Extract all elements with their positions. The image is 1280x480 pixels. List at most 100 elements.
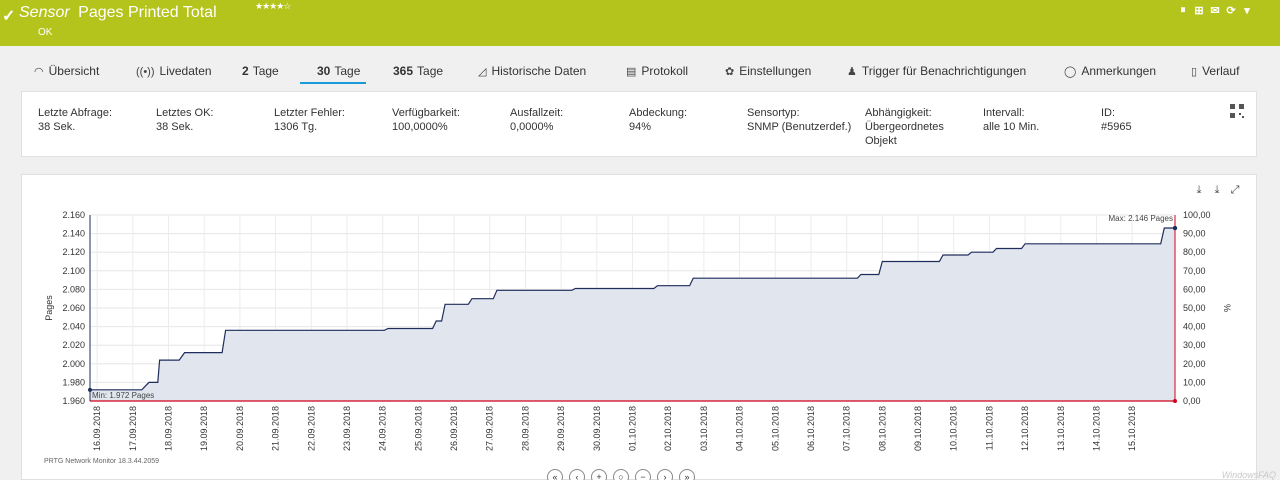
tab-2-days[interactable]: 2 Tage [242,64,279,78]
y2-tick-label: 50,00 [1183,303,1206,313]
chart-panel: ⤓ ⤓ ⤢ 2.160 2.140 2.120 2.100 2.080 2.060 2.04… [21,174,1257,480]
x-tick-label: 15.10.2018 [1127,406,1137,451]
x-tick-label: 05.10.2018 [770,406,780,451]
pause-icon[interactable]: ⏸ [1178,4,1188,17]
pages-chart: 2.160 2.140 2.120 2.100 2.080 2.060 2.040 2.020… [44,210,1232,451]
x-tick-label: 16.09.2018 [92,406,102,451]
x-tick-label: 09.10.2018 [913,406,923,451]
y-tick-label: 2.020 [62,340,85,350]
x-tick-label: 21.09.2018 [271,406,281,451]
y2-tick-label: 80,00 [1183,247,1206,257]
history-icon: ▯ [1191,66,1198,78]
area-chart-icon: ◿ [478,66,487,78]
x-tick-label: 13.10.2018 [1056,406,1066,451]
nav-next-button[interactable]: › [657,469,673,480]
dropdown-icon[interactable]: ▾ [1242,4,1252,17]
y-tick-label: 2.080 [62,284,85,294]
x-tick-label: 28.09.2018 [520,406,530,451]
y2-tick-label: 30,00 [1183,340,1206,350]
bell-icon: ♟ [847,66,857,78]
x-tick-label: 07.10.2018 [842,406,852,451]
x-tick-label: 23.09.2018 [342,406,352,451]
x-tick-label: 22.09.2018 [306,406,316,451]
x-tick-label: 18.09.2018 [164,406,174,451]
ok-check-icon: ✓ [2,8,16,25]
x-tick-label: 27.09.2018 [485,406,495,451]
nav-last-button[interactable]: » [679,469,695,480]
chart-navigation: « ‹ + ○ − › » [547,469,695,480]
sensor-info-panel: Letzte Abfrage: 38 Sek. Letztes OK: 38 Sek… [21,91,1257,157]
x-tick-label: 17.09.2018 [128,406,138,451]
tab-log[interactable]: ▤ Protokoll [626,64,688,78]
x-tick-label: 08.10.2018 [877,406,887,451]
max-label: Max: 2.146 Pages [1109,214,1173,223]
info-interval: Intervall: alle 10 Min. [983,107,1040,133]
y-tick-label: 2.060 [62,303,85,313]
y-tick-label: 1.980 [62,377,85,387]
info-last-down: Letzter Fehler: 1306 Tg. [274,107,345,133]
comment-icon: ◯ [1064,66,1077,78]
qr-code-icon[interactable] [1230,104,1244,118]
x-tick-label: 29.09.2018 [556,406,566,451]
sensor-kind: Sensor [19,4,70,21]
tab-historic-data[interactable]: ◿ Historische Daten [478,64,586,78]
gear-icon: ✿ [725,66,735,78]
x-tick-label: 06.10.2018 [806,406,816,451]
nav-prev-button[interactable]: ‹ [569,469,585,480]
y2-tick-label: 70,00 [1183,266,1206,276]
x-tick-label: 14.10.2018 [1091,406,1101,451]
x-tick-label: 26.09.2018 [449,406,459,451]
y2-tick-label: 100,00 [1183,210,1211,220]
x-tick-label: 19.09.2018 [199,406,209,451]
tab-history[interactable]: ▯ Verlauf [1191,64,1239,78]
tab-365-days[interactable]: 365 Tage [393,64,443,78]
info-last-scan: Letzte Abfrage: 38 Sek. [38,107,112,133]
mail-icon[interactable]: ✉ [1210,4,1220,17]
tab-livedata[interactable]: ((•)) Livedaten [136,64,212,78]
y2-tick-label: 90,00 [1183,229,1206,239]
y2-tick-label: 20,00 [1183,359,1206,369]
tab-settings[interactable]: ✿ Einstellungen [725,64,811,78]
y2-tick-label: 60,00 [1183,284,1206,294]
y-tick-label: 2.040 [62,322,85,332]
sensor-header: ✓ Sensor Pages Printed Total ★★★★☆ OK ⏸ … [0,0,1280,46]
info-last-up: Letztes OK: 38 Sek. [156,107,214,133]
nav-first-button[interactable]: « [547,469,563,480]
y-tick-label: 2.100 [62,266,85,276]
x-tick-label: 25.09.2018 [413,406,423,451]
status-text: OK [38,27,53,38]
x-tick-label: 11.10.2018 [984,406,994,450]
tab-30-days[interactable]: 30 Tage [299,64,367,84]
x-tick-label: 01.10.2018 [628,406,638,451]
info-availability: Verfügbarkeit: 100,0000% [392,107,460,133]
info-dependency: Abhängigkeit: Übergeordnetes Objekt [865,107,944,147]
zoom-reset-button[interactable]: ○ [613,469,629,480]
y2-tick-label: 10,00 [1183,377,1206,387]
watermark: WindowsFAQ [1221,470,1276,480]
max-point [1172,225,1178,231]
info-downtime: Ausfallzeit: 0,0000% [510,107,564,133]
info-id: ID: #5965 [1101,107,1132,133]
x-tick-label: 10.10.2018 [949,406,959,451]
x-tick-label: 03.10.2018 [699,406,709,451]
y2-tick-label: 0,00 [1183,396,1201,406]
priority-stars[interactable]: ★★★★☆ [255,1,291,12]
info-sensor-type: Sensortyp: SNMP (Benutzerdef.) [747,107,852,133]
add-file-icon[interactable]: ⊞ [1194,4,1204,17]
tab-comments[interactable]: ◯ Anmerkungen [1064,64,1156,78]
list-icon: ▤ [626,66,637,78]
x-tick-label: 24.09.2018 [378,406,388,451]
x-tick-label: 20.09.2018 [235,406,245,451]
x-tick-label: 04.10.2018 [735,406,745,451]
zoom-in-button[interactable]: + [591,469,607,480]
x-tick-label: 02.10.2018 [663,406,673,451]
x-tick-label: 30.09.2018 [592,406,602,451]
sensor-name: Pages Printed Total [78,4,217,21]
tab-overview[interactable]: ◠ Übersicht [34,64,99,78]
tab-notification-triggers[interactable]: ♟ Trigger für Benachrichtigungen [847,64,1026,78]
x-tick-label: 12.10.2018 [1020,406,1030,451]
refresh-icon[interactable]: ⟳ [1226,4,1236,17]
zoom-out-button[interactable]: − [635,469,651,480]
y-axis-title: Pages [44,295,54,321]
percent-end-point [1173,399,1177,403]
